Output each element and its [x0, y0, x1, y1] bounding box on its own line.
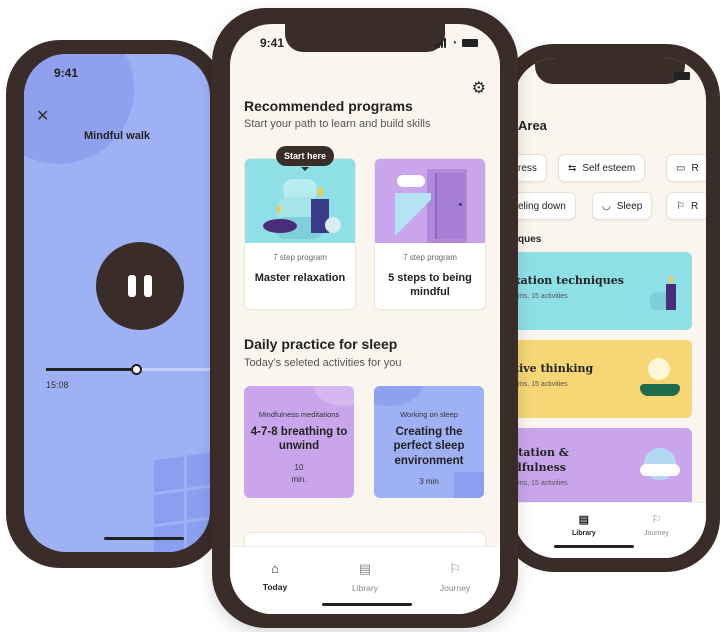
status-bar: ◔ [630, 70, 690, 81]
pause-button[interactable] [96, 242, 184, 330]
library-card-meditation[interactable]: itation & dfulness ams, 15 activities [514, 428, 692, 506]
cloud-icon [640, 446, 684, 482]
status-time: 9:41 [54, 66, 79, 80]
chip-label: Sleep [616, 200, 643, 212]
program-name: Master relaxation [254, 272, 346, 284]
tab-label: Library [352, 583, 378, 593]
battery-icon [462, 39, 478, 47]
home-indicator [322, 603, 412, 606]
start-here-tooltip: Start here [276, 146, 335, 171]
duration-unit: min. [291, 474, 307, 484]
book-icon: ▤ [358, 561, 372, 576]
chip-self-esteem[interactable]: ⇆ Self esteem [558, 154, 646, 182]
slider-knob[interactable] [131, 364, 143, 375]
tab-journey[interactable]: ⚐ Journey [420, 561, 490, 593]
program-card-mindful[interactable]: 7 step program 5 steps to being mindful [374, 158, 486, 310]
pause-icon-bar [128, 275, 136, 297]
chip-feeling-down[interactable]: eling down [514, 192, 576, 220]
activity-category: Working on sleep [400, 410, 458, 419]
status-bar: 9:41 [54, 66, 188, 80]
library-card-relaxation[interactable]: xation techniques ams, 15 activities [514, 252, 692, 330]
recommended-subtitle: Start your path to learn and build skill… [244, 118, 431, 130]
daily-subtitle: Today’s seleted activities for you [244, 357, 402, 369]
mindful-illustration [375, 159, 485, 243]
chip-label: R [691, 162, 699, 174]
home-icon: ⌂ [271, 561, 279, 576]
chip-sleep[interactable]: ◡ Sleep [592, 192, 653, 220]
elapsed-time: 15:08 [46, 380, 69, 390]
player-title: Mindful walk [84, 130, 150, 142]
center-phone: 9:41 ◔ ⚙ Recommended programs Start your… [212, 8, 518, 628]
chip-label: R [690, 200, 699, 212]
tab-library[interactable]: ▤ Library [330, 561, 400, 593]
sun-hand-icon [640, 354, 680, 402]
library-card-thinking[interactable]: tive thinking ams, 15 activities [514, 340, 692, 418]
wifi-icon: ◔ [450, 37, 457, 49]
self-esteem-icon: ⇆ [568, 162, 577, 174]
pause-icon-bar [144, 275, 152, 297]
activity-name: 4-7-8 breathing to unwind [250, 426, 348, 453]
home-indicator [104, 537, 184, 540]
gear-icon[interactable]: ⚙ [472, 78, 486, 98]
tab-library[interactable]: ▤ Library [572, 513, 596, 537]
recommended-title: Recommended programs [244, 98, 413, 114]
status-bar: 9:41 ◔ [260, 36, 478, 50]
techniques-heading: ques [518, 234, 542, 245]
progress-slider[interactable] [46, 364, 210, 375]
flag-icon: ⚐ [651, 514, 662, 526]
chip-icon: ⚐ [676, 200, 685, 212]
chip-more-2[interactable]: ⚐ R [666, 192, 706, 220]
sleep-icon: ◡ [602, 200, 611, 212]
close-icon[interactable]: ✕ [36, 106, 49, 126]
program-meta: 7 step program [273, 253, 327, 262]
candles-icon [650, 274, 680, 310]
status-time: 9:41 [260, 36, 285, 50]
tab-journey[interactable]: ⚐ Journey [644, 513, 669, 537]
duration-value: 10 [294, 462, 304, 472]
tab-label: Journey [439, 583, 471, 593]
tab-label: Library [572, 530, 596, 537]
home-indicator [554, 545, 634, 548]
relaxation-illustration [245, 159, 355, 243]
program-meta: 7 step program [403, 253, 457, 262]
activity-duration: 3 min [419, 477, 439, 487]
daily-card-breathing[interactable]: Mindfulness meditations 4-7-8 breathing … [244, 386, 354, 498]
signal-icon [434, 38, 446, 48]
progress-fill [46, 368, 137, 371]
tab-bar: ▤ Library ⚐ Journey [514, 502, 706, 558]
chip-stress[interactable]: ress [514, 154, 547, 182]
program-name: 5 steps to being mindful [388, 272, 472, 298]
activity-name: Creating the perfect sleep environment [393, 426, 465, 467]
book-icon: ▤ [578, 514, 590, 526]
right-phone: ◔ Area ress ⇆ Self esteem ▭ R eling down ◡… [500, 44, 720, 572]
tab-bar: ⌂ Today ▤ Library ⚐ Journey [230, 546, 500, 614]
chip-label: ress [518, 162, 537, 174]
chip-label: Self esteem [582, 162, 636, 174]
activity-duration: 10 min. [244, 462, 354, 486]
daily-card-sleep-environment[interactable]: Working on sleep Creating the perfect sl… [374, 386, 484, 498]
app-showcase: 9:41 ✕ Mindful walk 15:08 ◔ Area ress ⇆ … [0, 0, 721, 632]
player-screen: 9:41 ✕ Mindful walk 15:08 [24, 54, 210, 552]
tab-label: Today [262, 582, 288, 592]
chip-more[interactable]: ▭ R [666, 154, 706, 182]
program-card-relaxation[interactable]: 7 step program Master relaxation [244, 158, 356, 310]
status-icons: ◔ [434, 36, 478, 50]
tab-today[interactable]: ⌂ Today [240, 561, 310, 592]
today-screen: 9:41 ◔ ⚙ Recommended programs Start your… [230, 24, 500, 614]
activity-category: Mindfulness meditations [258, 410, 340, 419]
tab-label: Journey [644, 530, 669, 537]
wifi-icon: ◔ [662, 70, 669, 81]
status-icons: ◔ [663, 70, 690, 81]
left-phone: 9:41 ✕ Mindful walk 15:08 [6, 40, 224, 568]
battery-icon [674, 71, 690, 80]
daily-title: Daily practice for sleep [244, 336, 398, 352]
focus-area-heading: Area [518, 118, 547, 133]
flag-icon: ⚐ [449, 561, 461, 576]
library-screen: ◔ Area ress ⇆ Self esteem ▭ R eling down ◡… [514, 58, 706, 558]
chip-icon: ▭ [676, 162, 686, 174]
chip-label: eling down [518, 200, 566, 212]
